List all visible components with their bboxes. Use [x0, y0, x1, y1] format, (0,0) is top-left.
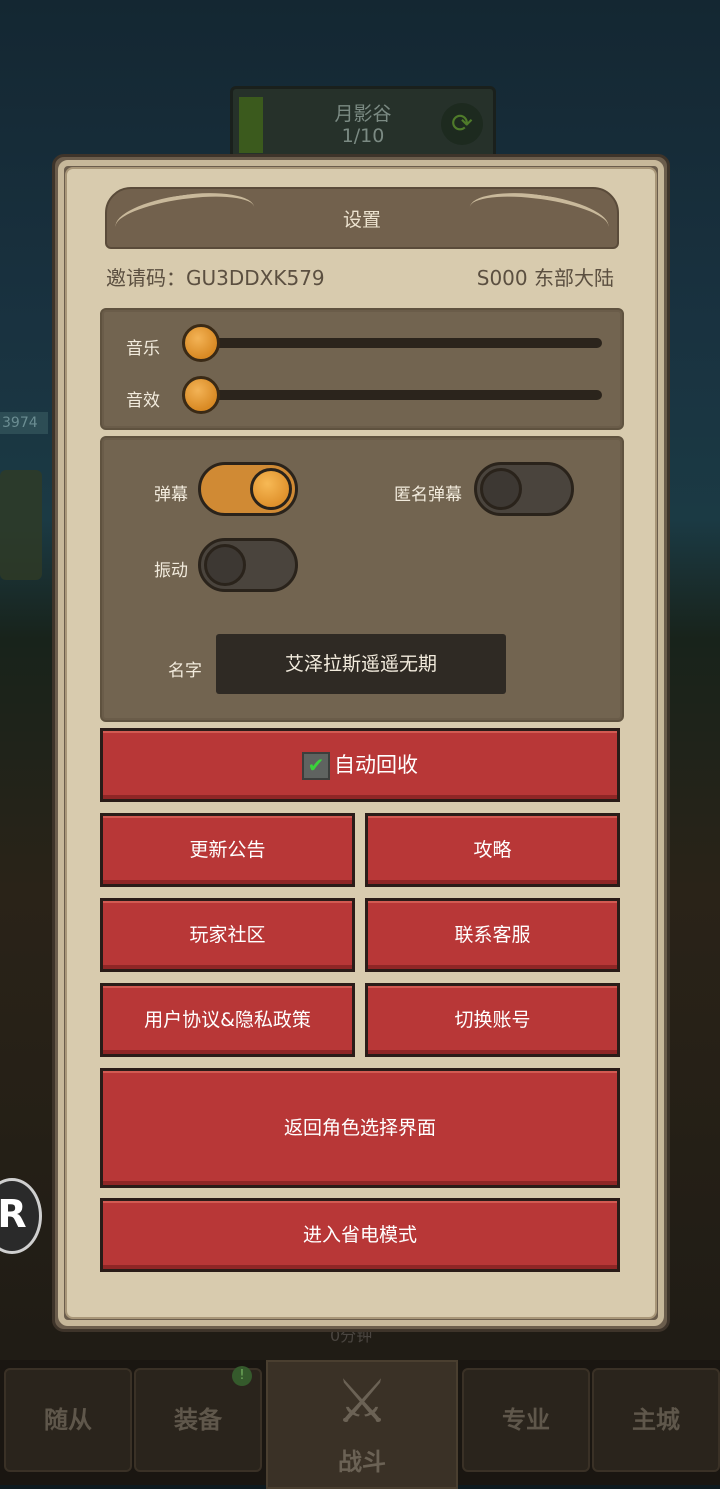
back-to-character-button[interactable]: 返回角色选择界面 — [100, 1068, 620, 1188]
checkmark-icon[interactable]: ✔ — [302, 752, 330, 780]
sfx-label: 音效 — [126, 391, 160, 411]
power-save-button[interactable]: 进入省电模式 — [100, 1198, 620, 1272]
options-panel: 弹幕 匿名弹幕 振动 名字 艾泽拉斯遥遥无期 — [100, 436, 624, 722]
nav-profession[interactable]: 专业 — [462, 1368, 590, 1472]
server-name: S000 东部大陆 — [476, 266, 614, 290]
danmaku-label: 弹幕 — [154, 485, 188, 505]
vibrate-toggle[interactable] — [198, 538, 298, 592]
left-hud-value: 3974 — [0, 412, 48, 434]
guide-button[interactable]: 攻略 — [365, 813, 620, 887]
anon-danmaku-toggle-knob — [480, 468, 522, 510]
switch-account-button[interactable]: 切换账号 — [365, 983, 620, 1057]
dialog-title: 设置 — [342, 209, 381, 231]
notification-dot-icon: ! — [232, 1366, 252, 1386]
sfx-slider-handle[interactable] — [182, 376, 220, 414]
update-notice-button[interactable]: 更新公告 — [100, 813, 355, 887]
nav-followers[interactable]: 随从 — [4, 1368, 132, 1472]
anon-danmaku-toggle[interactable] — [474, 462, 574, 516]
nav-battle-label: 战斗 — [338, 1448, 386, 1476]
auto-recycle-label: 自动回收 — [334, 753, 418, 777]
vibrate-label: 振动 — [154, 561, 188, 581]
vibrate-toggle-knob — [204, 544, 246, 586]
refresh-icon: ⟳ — [441, 103, 483, 145]
sfx-slider[interactable] — [182, 390, 602, 400]
invite-code: 邀请码：GU3DDXK579 — [106, 266, 325, 290]
danmaku-toggle-knob — [250, 468, 292, 510]
nav-battle[interactable]: ⚔ 战斗 — [266, 1360, 458, 1489]
character-sprite — [0, 470, 42, 580]
music-slider[interactable] — [182, 338, 602, 348]
nav-main-city[interactable]: 主城 — [592, 1368, 720, 1472]
audio-panel: 音乐 音效 — [100, 308, 624, 430]
bottom-nav: 随从 装备 ⚔ 战斗 专业 主城 — [0, 1360, 720, 1489]
crossed-swords-icon: ⚔ — [335, 1367, 389, 1437]
danmaku-toggle[interactable] — [198, 462, 298, 516]
stage-progress-bar: 月影谷 1/10 ⟳ — [230, 86, 496, 164]
anon-danmaku-label: 匿名弹幕 — [394, 485, 462, 505]
name-input[interactable]: 艾泽拉斯遥遥无期 — [216, 634, 506, 694]
auto-recycle-button[interactable]: ✔ 自动回收 — [100, 728, 620, 802]
music-slider-handle[interactable] — [182, 324, 220, 362]
community-button[interactable]: 玩家社区 — [100, 898, 355, 972]
dialog-header: 设置 — [105, 185, 619, 249]
support-button[interactable]: 联系客服 — [365, 898, 620, 972]
agreement-button[interactable]: 用户协议&隐私政策 — [100, 983, 355, 1057]
music-label: 音乐 — [126, 339, 160, 359]
name-label: 名字 — [168, 661, 202, 681]
